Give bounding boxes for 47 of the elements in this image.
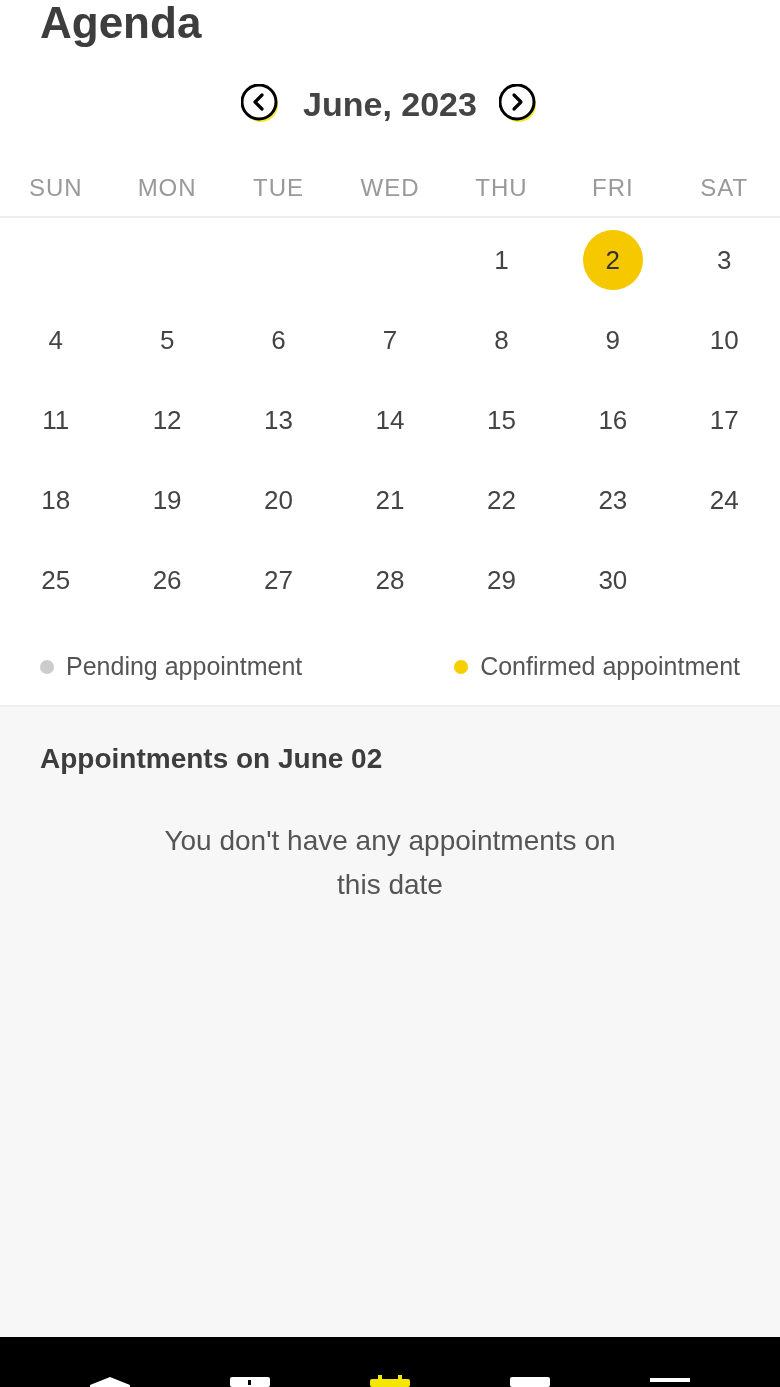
page-title: Agenda [40,0,203,46]
calendar-day[interactable]: 8 [471,310,532,370]
calendar-day[interactable]: 1 [471,230,532,290]
calendar-day[interactable]: 12 [137,390,198,450]
calendar-day[interactable]: 16 [582,390,643,450]
calendar-day[interactable]: 26 [137,550,198,610]
calendar-day[interactable]: 10 [694,310,755,370]
weekday-label: SAT [700,174,749,202]
calendar-day[interactable]: 28 [360,550,420,610]
calendar-day[interactable]: 29 [471,550,532,610]
calendar-day[interactable]: 18 [25,470,86,530]
calendar-day[interactable]: 9 [582,310,643,370]
calendar-day[interactable]: 30 [582,550,643,610]
calendar-day[interactable]: 14 [360,390,420,450]
nav-tab[interactable] [368,1375,412,1387]
weekday-label: TUE [253,174,305,202]
calendar-day[interactable]: 15 [471,390,532,450]
calendar-day[interactable]: 20 [248,470,309,530]
calendar-day[interactable]: 22 [471,470,532,530]
calendar-day[interactable]: 6 [248,310,309,370]
weekday-label: WED [360,174,420,202]
calendar-day[interactable]: 4 [25,310,86,370]
appointments-heading: Appointments on June 02 [40,743,384,775]
calendar-day[interactable]: 13 [248,390,309,450]
calendar-day[interactable]: 11 [25,390,86,450]
legend-label: Confirmed appointment [480,652,740,681]
calendar-day[interactable]: 7 [360,310,420,370]
calendar-day[interactable]: 25 [25,550,86,610]
weekday-label: FRI [592,174,634,202]
calendar-day[interactable]: 5 [137,310,198,370]
weekday-label: SUN [28,174,83,202]
month-label: June, 2023 [303,84,477,124]
empty-message: You don't have any appointments on this date [163,824,617,902]
calendar-icon [368,1375,412,1387]
next-month-button[interactable] [498,84,539,124]
calendar-day[interactable]: 17 [694,390,755,450]
weekday-label: THU [475,174,528,202]
calendar-day[interactable]: 2 [582,230,643,290]
weekday-label: MON [137,174,197,202]
legend-label: Pending appointment [66,652,303,681]
calendar-day[interactable]: 24 [694,470,755,530]
chevron-right-icon [498,84,539,124]
calendar-day[interactable]: 23 [582,470,643,530]
calendar-day[interactable]: 19 [137,470,198,530]
calendar-day[interactable]: 27 [248,550,309,610]
calendar-day[interactable]: 3 [694,230,755,290]
calendar-day[interactable]: 21 [360,470,420,530]
